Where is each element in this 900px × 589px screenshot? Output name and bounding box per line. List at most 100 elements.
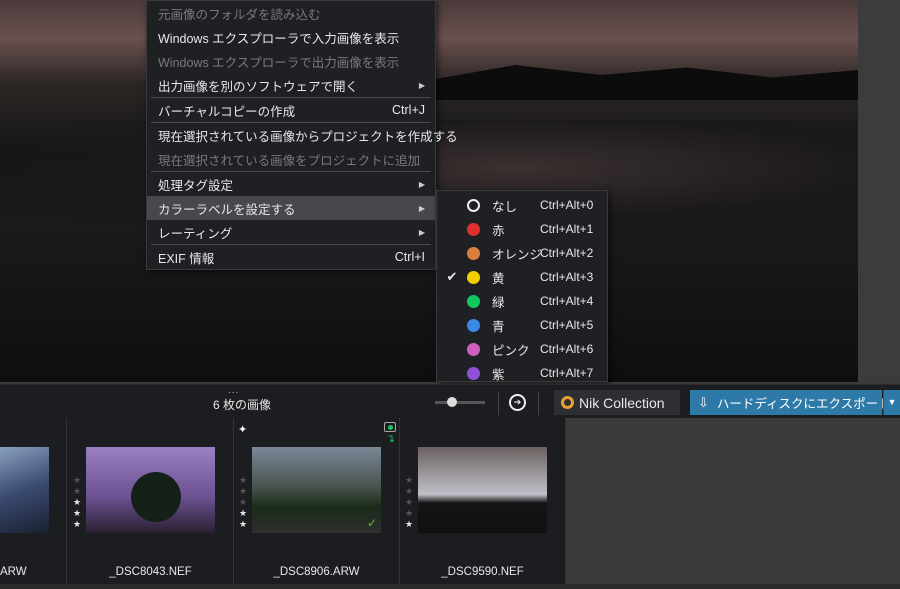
star-icon[interactable]: ★ [404,497,414,508]
sparkle-icon: ✦ [238,424,248,436]
menu-item-label: バーチャルコピーの作成 [158,104,296,119]
menu-item: 現在選択されている画像をプロジェクトに追加 [147,147,435,171]
color-label-name: ピンク [492,343,530,358]
thumbnail-image[interactable] [252,447,381,533]
menu-item-shortcut: Ctrl+J [392,103,425,117]
color-label-name: 赤 [492,223,505,238]
color-dot-icon [467,222,480,236]
submenu-arrow-icon: ▶ [418,203,425,213]
menu-item-label: Windows エクスプローラで入力画像を表示 [158,31,400,46]
menu-item[interactable]: 処理タグ設定 ▶ [147,172,435,196]
color-label-item[interactable]: 緑 Ctrl+Alt+4 [437,289,607,313]
thumbnail-image[interactable] [86,447,215,533]
color-label-submenu: なし Ctrl+Alt+0 赤 Ctrl+Alt+1 オレンジ Ctrl+Alt+2 ✔ 黄 C… [436,190,608,382]
color-dot-icon [467,342,480,356]
color-label-item[interactable]: ピンク Ctrl+Alt+6 [437,337,607,361]
star-icon[interactable]: ★ [238,508,248,519]
star-icon[interactable]: ★ [238,486,248,497]
color-label-item[interactable]: 紫 Ctrl+Alt+7 [437,361,607,385]
nik-collection-button[interactable]: Nik Collection [554,390,680,415]
menu-item-label: 元画像のフォルダを読み込む [158,7,321,22]
color-label-item[interactable]: なし Ctrl+Alt+0 [437,193,607,217]
slider-knob[interactable] [447,397,457,407]
side-panel [858,0,900,382]
next-arrow-icon[interactable]: ➔ [509,394,526,411]
menu-item[interactable]: 現在選択されている画像からプロジェクトを作成する [147,123,458,147]
star-icon[interactable]: ★ [72,508,82,519]
color-dot-icon [467,198,480,212]
menu-item[interactable]: EXIF 情報 Ctrl+I [147,245,435,269]
color-label-item[interactable]: ✔ 黄 Ctrl+Alt+3 [437,265,607,289]
filmstrip-cell[interactable]: ★ ★ ★ ★ ★ _DSC8906.ARW ✦ ↴ ✓ [234,418,400,584]
checkmark-icon: ✔ [446,269,458,284]
export-dropdown-button[interactable]: ▼ [883,390,900,415]
file-name: _DSC8043.NEF [109,566,192,578]
bottom-bar [0,584,900,589]
star-icon[interactable]: ★ [404,475,414,486]
star-icon[interactable]: ★ [72,475,82,486]
submenu-arrow-icon: ▶ [418,227,425,237]
menu-item-label: 現在選択されている画像をプロジェクトに追加 [158,153,421,168]
color-label-shortcut: Ctrl+Alt+4 [540,294,594,308]
star-icon[interactable]: ★ [238,519,248,530]
thumbnail-size-slider[interactable] [435,397,485,407]
rating-stars[interactable]: ★ ★ ★ ★ ★ [238,475,248,530]
star-icon[interactable]: ★ [404,486,414,497]
file-name: ARW [0,566,27,578]
menu-item[interactable]: 出力画像を別のソフトウェアで開く ▶ [147,73,435,97]
context-menu: 元画像のフォルダを読み込む Windows エクスプローラで入力画像を表示 Wind… [146,0,458,270]
color-label-name: 青 [492,319,505,334]
filmstrip: ARW ★ ★ ★ ★ ★ _DSC8043.NEF ★ ★ ★ ★ ★ _DSC8906.ARW ✦ ↴ ✓… [0,418,566,584]
star-icon[interactable]: ★ [72,486,82,497]
camera-dot [388,425,393,430]
export-disk-icon: ⇩ [698,394,709,410]
checkmark-icon: ✓ [367,516,378,530]
menu-item-label: 現在選択されている画像からプロジェクトを作成する [158,129,458,144]
nik-label: Nik Collection [579,394,665,411]
star-icon[interactable]: ★ [404,519,414,530]
output-arrow-icon: ↴ [386,433,396,445]
export-button[interactable]: ⇩ ハードディスクにエクスポート [690,390,891,415]
menu-item[interactable]: Windows エクスプローラで入力画像を表示 [147,25,435,49]
star-icon[interactable]: ★ [72,497,82,508]
thumbnail-image[interactable] [418,447,547,533]
color-dot-icon [467,246,480,260]
menu-item-shortcut: Ctrl+I [394,250,425,264]
file-name: _DSC9590.NEF [441,566,524,578]
color-dot-icon [467,270,480,284]
menu-item-label: カラーラベルを設定する [158,202,296,217]
star-icon[interactable]: ★ [404,508,414,519]
menu-item[interactable]: レーティング ▶ [147,220,435,244]
star-icon[interactable]: ★ [72,519,82,530]
rating-stars[interactable]: ★ ★ ★ ★ ★ [72,475,82,530]
menu-item[interactable]: カラーラベルを設定する ▶ [147,196,435,220]
menu-item-label: 出力画像を別のソフトウェアで開く [158,79,359,94]
divider [498,391,499,415]
color-label-name: なし [492,199,518,214]
divider [538,391,539,415]
color-dot-icon [467,366,480,380]
color-label-shortcut: Ctrl+Alt+3 [540,270,594,284]
camera-icon [384,422,396,432]
horizon-land [430,65,858,100]
filmstrip-cell[interactable]: ARW [0,418,67,584]
filmstrip-cell[interactable]: ★ ★ ★ ★ ★ _DSC9590.NEF [400,418,566,584]
menu-item-label: レーティング [158,226,233,241]
menu-item: 元画像のフォルダを読み込む [147,1,435,25]
star-icon[interactable]: ★ [238,497,248,508]
color-label-item[interactable]: 青 Ctrl+Alt+5 [437,313,607,337]
color-label-name: 紫 [492,367,505,382]
resize-grip[interactable]: ... [228,385,239,396]
color-label-item[interactable]: オレンジ Ctrl+Alt+2 [437,241,607,265]
nik-logo-icon [561,396,574,409]
color-label-item[interactable]: 赤 Ctrl+Alt+1 [437,217,607,241]
thumbnail-image[interactable] [0,447,49,533]
star-icon[interactable]: ★ [238,475,248,486]
color-label-name: オレンジ [492,247,543,262]
color-label-shortcut: Ctrl+Alt+6 [540,342,594,356]
filmstrip-cell[interactable]: ★ ★ ★ ★ ★ _DSC8043.NEF [68,418,234,584]
menu-item[interactable]: バーチャルコピーの作成 Ctrl+J [147,98,435,122]
rating-stars[interactable]: ★ ★ ★ ★ ★ [404,475,414,530]
filmstrip-toolbar: ... 6 枚の画像 ➔ Nik Collection ⇩ ハードディスクにエクス… [0,384,900,418]
color-label-shortcut: Ctrl+Alt+5 [540,318,594,332]
